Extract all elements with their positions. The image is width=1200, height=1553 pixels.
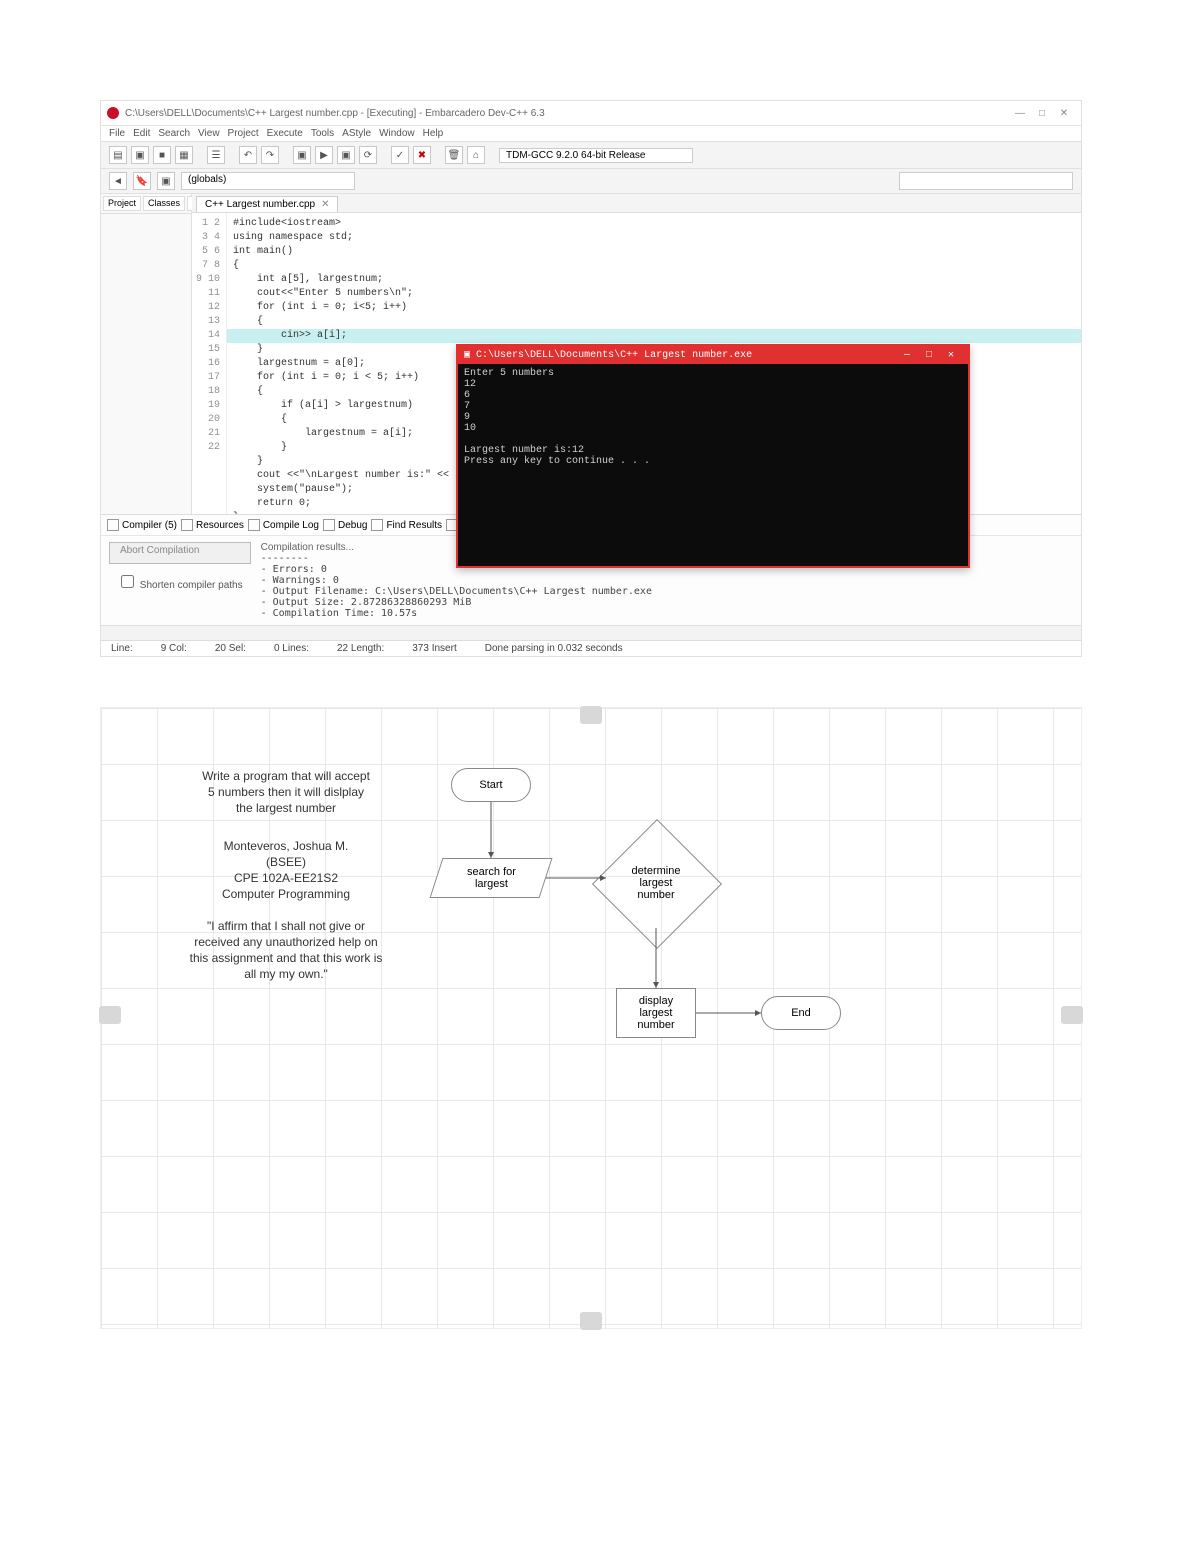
- console-title: C:\Users\DELL\Documents\C++ Largest numb…: [476, 350, 752, 361]
- shorten-paths-input[interactable]: [121, 575, 134, 588]
- status-bar: Line: 9 Col: 20 Sel: 0 Lines: 22 Length:…: [101, 640, 1081, 656]
- sidebar-tab-project[interactable]: Project: [103, 196, 141, 211]
- console-output: Enter 5 numbers 12 6 7 9 10 Largest numb…: [458, 364, 968, 471]
- tb-run-icon[interactable]: ▶: [315, 146, 333, 164]
- tb-compile-icon[interactable]: ▣: [293, 146, 311, 164]
- node-input-label: search for largest: [467, 866, 516, 890]
- console-maximize-icon[interactable]: □: [918, 350, 940, 361]
- maximize-icon[interactable]: □: [1031, 108, 1053, 119]
- status-insert: 373 Insert: [412, 643, 456, 654]
- canvas-handle-left-icon[interactable]: [99, 1006, 121, 1024]
- member-select[interactable]: [899, 172, 1073, 190]
- console-titlebar: ▣ C:\Users\DELL\Documents\C++ Largest nu…: [458, 346, 968, 364]
- node-decision-label: determine largest number: [628, 865, 685, 901]
- tb-home-icon[interactable]: ⌂: [467, 146, 485, 164]
- tb-goto-icon[interactable]: ▣: [157, 172, 175, 190]
- console-minimize-icon[interactable]: —: [896, 350, 918, 361]
- abort-compilation-button[interactable]: Abort Compilation: [109, 542, 251, 564]
- menu-execute[interactable]: Execute: [267, 128, 303, 139]
- flowchart-canvas[interactable]: Write a program that will accept5 number…: [100, 707, 1082, 1329]
- console-close-icon[interactable]: ✕: [940, 349, 962, 361]
- compilelog-icon: [248, 519, 260, 531]
- tb-bookmark-icon[interactable]: 🔖: [133, 172, 151, 190]
- ide-titlebar: C:\Users\DELL\Documents\C++ Largest numb…: [101, 101, 1081, 126]
- line-gutter: 1 2 3 4 5 6 7 8 9 10 11 12 13 14 15 16 1…: [192, 213, 227, 514]
- console-window: ▣ C:\Users\DELL\Documents\C++ Largest nu…: [456, 344, 970, 568]
- toolbar-secondary: ◄ 🔖 ▣ (globals): [101, 169, 1081, 194]
- editor-tab-active[interactable]: C++ Largest number.cpp ✕: [196, 196, 338, 212]
- menubar: File Edit Search View Project Execute To…: [101, 126, 1081, 141]
- btab-debug[interactable]: Debug: [323, 519, 367, 531]
- app-icon: [107, 107, 119, 119]
- shorten-paths-checkbox[interactable]: Shorten compiler paths: [109, 570, 251, 593]
- btab-compilelog[interactable]: Compile Log: [248, 519, 319, 531]
- canvas-handle-bottom-icon[interactable]: [580, 1312, 602, 1330]
- editor-tabs: C++ Largest number.cpp ✕: [192, 194, 1081, 213]
- tb-save-icon[interactable]: ■: [153, 146, 171, 164]
- tb-saveall-icon[interactable]: ▦: [175, 146, 193, 164]
- tb-compile-run-icon[interactable]: ▣: [337, 146, 355, 164]
- minimize-icon[interactable]: —: [1009, 108, 1031, 119]
- status-lines: 0 Lines:: [274, 643, 309, 654]
- shorten-paths-label: Shorten compiler paths: [140, 580, 243, 591]
- status-length: 22 Length:: [337, 643, 384, 654]
- problem-description: Write a program that will accept5 number…: [171, 768, 401, 816]
- menu-window[interactable]: Window: [379, 128, 415, 139]
- menu-view[interactable]: View: [198, 128, 220, 139]
- compiler-select[interactable]: TDM-GCC 9.2.0 64-bit Release: [499, 148, 693, 163]
- node-input[interactable]: search for largest: [430, 858, 553, 898]
- status-col: 9 Col:: [161, 643, 187, 654]
- close-icon[interactable]: ✕: [1053, 108, 1075, 119]
- console-app-icon: ▣: [464, 349, 470, 361]
- debug-icon: [323, 519, 335, 531]
- resources-icon: [181, 519, 193, 531]
- node-end[interactable]: End: [761, 996, 841, 1030]
- tb-undo-icon[interactable]: ↶: [239, 146, 257, 164]
- tb-open-icon[interactable]: ▣: [131, 146, 149, 164]
- tb-trash-icon[interactable]: 🗑: [445, 146, 463, 164]
- sidebar-tab-classes[interactable]: Classes: [143, 196, 185, 211]
- node-display[interactable]: display largest number: [616, 988, 696, 1038]
- window-title: C:\Users\DELL\Documents\C++ Largest numb…: [125, 108, 545, 119]
- editor-tab-label: C++ Largest number.cpp: [205, 199, 315, 210]
- menu-astyle[interactable]: AStyle: [342, 128, 371, 139]
- tb-stop-icon[interactable]: ✖: [413, 146, 431, 164]
- node-start[interactable]: Start: [451, 768, 531, 802]
- menu-help[interactable]: Help: [423, 128, 444, 139]
- tb-rebuild-icon[interactable]: ⟳: [359, 146, 377, 164]
- canvas-handle-top-icon[interactable]: [580, 706, 602, 724]
- menu-project[interactable]: Project: [228, 128, 259, 139]
- menu-file[interactable]: File: [109, 128, 125, 139]
- btab-resources[interactable]: Resources: [181, 519, 244, 531]
- btab-compiler[interactable]: Compiler (5): [107, 519, 177, 531]
- node-decision[interactable]: determine largest number: [611, 838, 701, 928]
- tb-debug-icon[interactable]: ✓: [391, 146, 409, 164]
- compiler-icon: [107, 519, 119, 531]
- canvas-handle-right-icon[interactable]: [1061, 1006, 1083, 1024]
- tb-back-icon[interactable]: ◄: [109, 172, 127, 190]
- tab-close-icon[interactable]: ✕: [321, 199, 329, 210]
- scope-select[interactable]: (globals): [181, 172, 355, 190]
- author-block: Monteveros, Joshua M.(BSEE)CPE 102A-EE21…: [171, 838, 401, 902]
- menu-edit[interactable]: Edit: [133, 128, 150, 139]
- node-display-label: display largest number: [637, 995, 674, 1031]
- affirmation-block: "I affirm that I shall not give orreceiv…: [161, 918, 411, 982]
- project-sidebar: Project Classes ◂ ▸: [101, 194, 192, 514]
- tb-new-icon[interactable]: ▤: [109, 146, 127, 164]
- btab-find[interactable]: Find Results: [371, 519, 442, 531]
- status-line: Line:: [111, 643, 133, 654]
- node-start-label: Start: [479, 779, 502, 791]
- menu-search[interactable]: Search: [158, 128, 190, 139]
- find-icon: [371, 519, 383, 531]
- status-parse: Done parsing in 0.032 seconds: [485, 643, 623, 654]
- status-sel: 20 Sel:: [215, 643, 246, 654]
- horizontal-scrollbar[interactable]: [101, 625, 1081, 640]
- toolbar: ▤ ▣ ■ ▦ ☰ ↶ ↷ ▣ ▶ ▣ ⟳ ✓ ✖ 🗑 ⌂ TDM-GCC 9.…: [101, 141, 1081, 169]
- tb-print-icon[interactable]: ☰: [207, 146, 225, 164]
- ide-window: C:\Users\DELL\Documents\C++ Largest numb…: [100, 100, 1082, 657]
- tb-redo-icon[interactable]: ↷: [261, 146, 279, 164]
- menu-tools[interactable]: Tools: [311, 128, 334, 139]
- node-end-label: End: [791, 1007, 811, 1019]
